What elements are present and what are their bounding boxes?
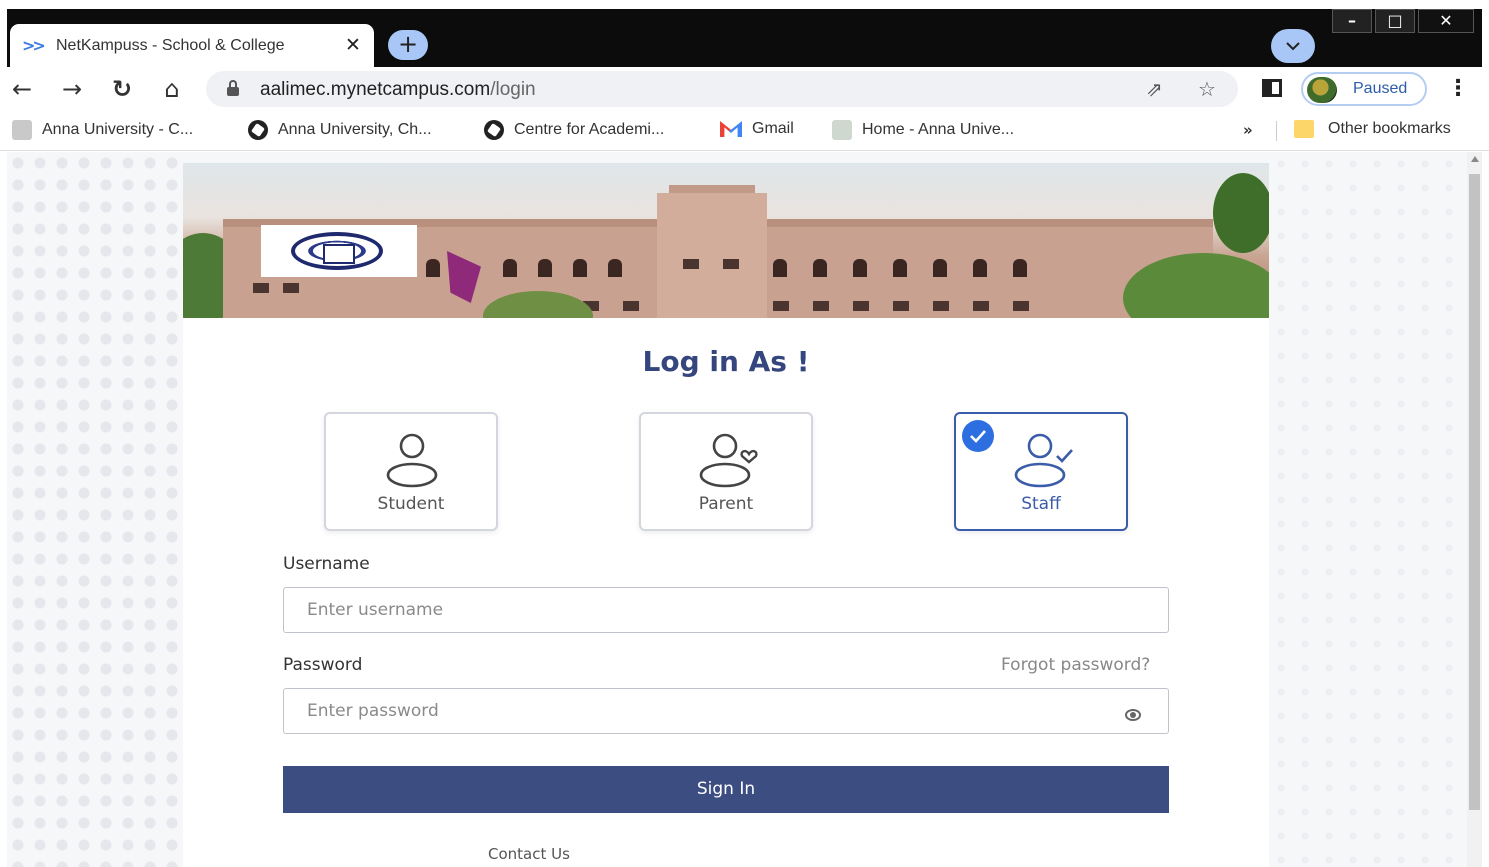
- maximize-button[interactable]: □: [1375, 9, 1415, 33]
- emblem-icon: [12, 120, 32, 140]
- other-bookmarks[interactable]: Other bookmarks: [1328, 120, 1451, 138]
- browser-title-bar: >> NetKampuss - School & College ✕ + – □…: [7, 9, 1482, 67]
- bookmarks-overflow-icon[interactable]: »: [1243, 121, 1253, 139]
- folder-icon: [1294, 120, 1314, 138]
- bookmarks-bar: Anna University - C... Anna University, …: [0, 111, 1489, 151]
- emblem-icon: [832, 120, 852, 140]
- close-window-button[interactable]: ✕: [1418, 9, 1474, 33]
- page-viewport: Log in As ! Student Parent Staff Usernam…: [7, 152, 1482, 867]
- home-icon[interactable]: ⌂: [156, 73, 188, 105]
- dot-pattern: [1269, 152, 1469, 867]
- new-tab-button[interactable]: +: [388, 30, 428, 60]
- college-seal-logo: [291, 232, 383, 270]
- role-label: Parent: [698, 494, 754, 514]
- lock-icon[interactable]: [226, 80, 240, 96]
- side-panel-icon[interactable]: [1262, 79, 1282, 97]
- role-staff-card[interactable]: Staff: [954, 412, 1128, 531]
- forward-icon[interactable]: →: [56, 73, 88, 105]
- bookmark-item[interactable]: Anna University, Ch...: [248, 120, 432, 140]
- scrollbar-thumb[interactable]: [1469, 174, 1480, 810]
- college-banner-image: [183, 163, 1269, 318]
- back-icon[interactable]: ←: [6, 73, 38, 105]
- role-parent-card[interactable]: Parent: [639, 412, 813, 531]
- role-label: Staff: [1021, 494, 1061, 514]
- tab-close-icon[interactable]: ✕: [342, 34, 364, 56]
- minimize-button[interactable]: –: [1332, 9, 1372, 33]
- address-bar[interactable]: aalimec.mynetcampus.com/login ⇗ ☆: [206, 71, 1238, 107]
- dot-pattern: [7, 152, 183, 867]
- reload-icon[interactable]: ↻: [106, 73, 138, 105]
- menu-kebab-icon[interactable]: ⋮: [1447, 76, 1469, 101]
- bookmark-item[interactable]: Anna University - C...: [12, 120, 193, 140]
- globe-icon: [248, 120, 268, 140]
- role-student-card[interactable]: Student: [324, 412, 498, 531]
- gmail-icon: [720, 121, 742, 137]
- share-icon[interactable]: ⇗: [1146, 77, 1163, 101]
- globe-icon: [484, 120, 504, 140]
- contact-us-link[interactable]: Contact Us: [488, 845, 570, 863]
- password-input[interactable]: [283, 688, 1169, 734]
- netkampuss-favicon-icon: >>: [22, 35, 46, 55]
- url-text[interactable]: aalimec.mynetcampus.com/login: [260, 79, 536, 101]
- bookmark-star-icon[interactable]: ☆: [1198, 77, 1216, 101]
- bookmark-item[interactable]: Gmail: [720, 120, 794, 138]
- bookmark-item[interactable]: Centre for Academi...: [484, 120, 664, 140]
- profile-button[interactable]: Paused: [1301, 72, 1427, 106]
- show-password-eye-icon[interactable]: [1125, 709, 1141, 721]
- login-card: Log in As ! Student Parent Staff Usernam…: [183, 163, 1269, 867]
- tab-title: NetKampuss - School & College: [56, 36, 285, 54]
- chevron-down-icon: [1286, 42, 1300, 51]
- tab-search-button[interactable]: [1271, 29, 1315, 63]
- forgot-password-link[interactable]: Forgot password?: [1001, 655, 1150, 675]
- browser-tab[interactable]: >> NetKampuss - School & College ✕: [10, 24, 374, 67]
- divider: [1276, 121, 1277, 141]
- username-input[interactable]: [283, 587, 1169, 633]
- selected-check-icon: [962, 420, 994, 452]
- staff-user-check-icon: [1014, 433, 1073, 488]
- profile-status: Paused: [1353, 80, 1408, 97]
- sign-in-button[interactable]: Sign In: [283, 766, 1169, 813]
- student-user-icon: [386, 433, 438, 488]
- password-label: Password: [283, 655, 363, 675]
- page-title: Log in As !: [642, 345, 810, 378]
- page-scrollbar[interactable]: [1467, 152, 1482, 867]
- username-label: Username: [283, 554, 370, 574]
- avatar: [1307, 77, 1337, 103]
- parent-user-heart-icon: [699, 433, 758, 488]
- role-label: Student: [377, 494, 445, 514]
- browser-toolbar: ← → ↻ ⌂ aalimec.mynetcampus.com/login ⇗ …: [0, 67, 1489, 111]
- bookmark-item[interactable]: Home - Anna Unive...: [832, 120, 1014, 140]
- scroll-up-icon[interactable]: [1471, 156, 1479, 162]
